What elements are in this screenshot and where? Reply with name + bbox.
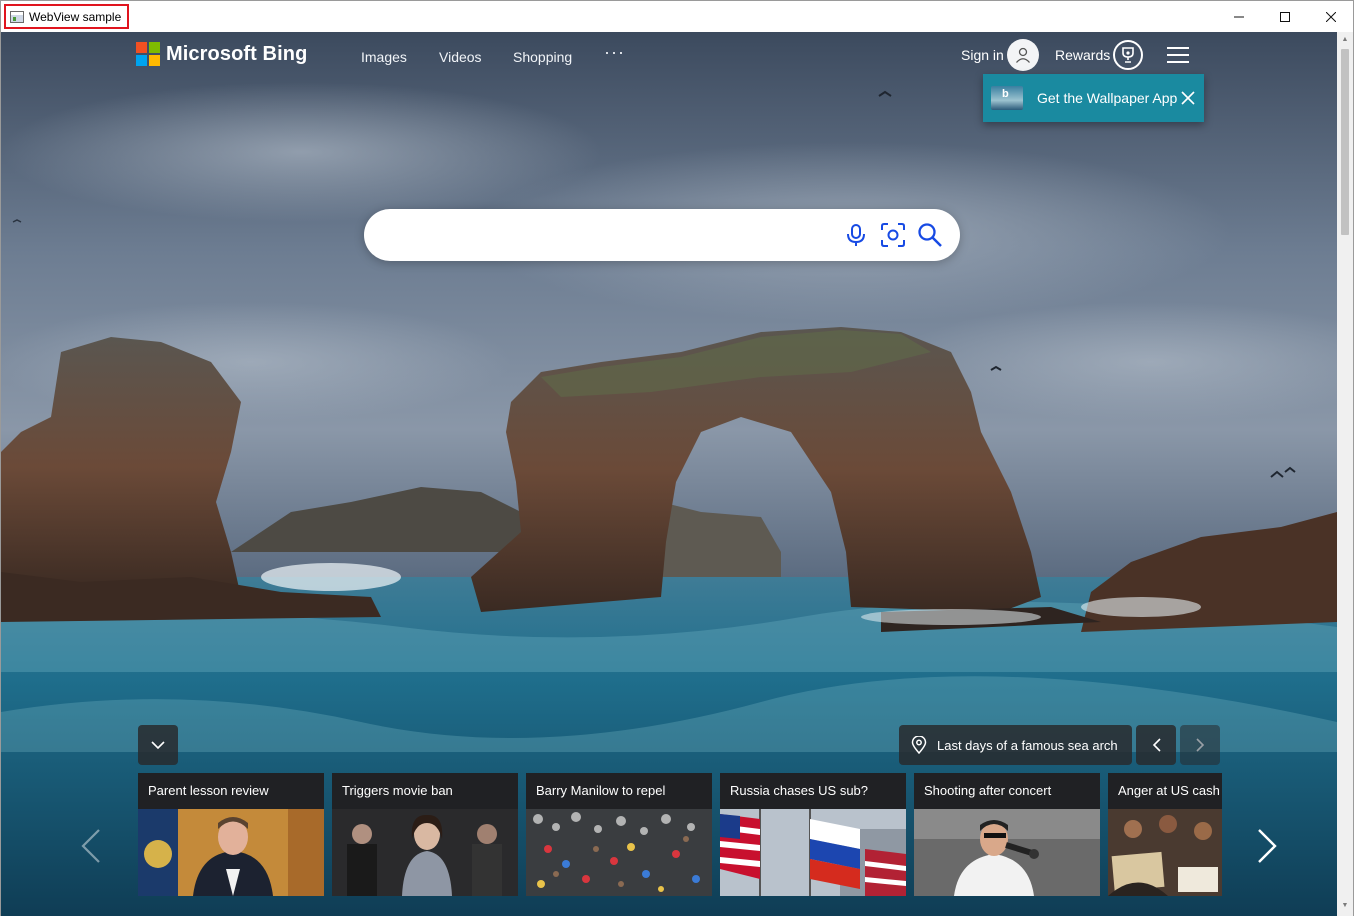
scroll-down-icon[interactable]: ▼ bbox=[1341, 902, 1349, 910]
app-window: WebView sample Microsoft Bing Images Vid… bbox=[0, 0, 1354, 916]
search-input[interactable] bbox=[386, 223, 826, 247]
bing-logo[interactable]: Microsoft Bing bbox=[136, 42, 307, 66]
search-box bbox=[364, 209, 960, 261]
carousel-next-icon[interactable] bbox=[1255, 828, 1279, 864]
news-card[interactable]: Anger at US cash s bbox=[1108, 773, 1222, 896]
more-nav-button[interactable]: ··· bbox=[604, 42, 625, 63]
window-title-highlight: WebView sample bbox=[4, 4, 130, 29]
maximize-icon bbox=[1280, 11, 1290, 22]
webview-content: Microsoft Bing Images Videos Shopping ··… bbox=[1, 32, 1337, 916]
scrollbar-thumb[interactable] bbox=[1341, 49, 1349, 235]
maximize-button[interactable] bbox=[1262, 1, 1308, 32]
minimize-button[interactable] bbox=[1216, 1, 1262, 32]
news-card[interactable]: Barry Manilow to repel bbox=[526, 773, 712, 896]
news-card-title: Triggers movie ban bbox=[342, 783, 453, 798]
app-icon bbox=[10, 10, 24, 23]
news-thumbnail bbox=[720, 809, 906, 896]
previous-image-button[interactable] bbox=[1136, 725, 1176, 765]
news-carousel: Parent lesson review Triggers movie ban bbox=[138, 773, 1222, 896]
chevron-down-icon bbox=[151, 740, 165, 749]
news-card-title: Anger at US cash s bbox=[1118, 783, 1222, 798]
news-thumbnail bbox=[332, 809, 518, 896]
title-bar[interactable]: WebView sample bbox=[1, 1, 1353, 32]
chevron-right-icon bbox=[1195, 738, 1204, 752]
news-thumbnail bbox=[1108, 809, 1222, 896]
avatar[interactable] bbox=[1007, 39, 1039, 71]
news-card[interactable]: Russia chases US sub? bbox=[720, 773, 906, 896]
close-icon[interactable] bbox=[1180, 90, 1196, 106]
caption-text: Last days of a famous sea arch bbox=[937, 737, 1118, 753]
microphone-icon[interactable] bbox=[843, 222, 869, 248]
wallpaper-app-promo[interactable]: Get the Wallpaper App bbox=[983, 74, 1204, 122]
news-thumbnail bbox=[138, 809, 324, 896]
nav-videos[interactable]: Videos bbox=[439, 49, 482, 65]
user-icon bbox=[1016, 47, 1030, 63]
minimize-icon bbox=[1234, 16, 1244, 17]
promo-text: Get the Wallpaper App bbox=[1037, 90, 1178, 106]
news-card[interactable]: Parent lesson review bbox=[138, 773, 324, 896]
news-card-title: Shooting after concert bbox=[924, 783, 1052, 798]
news-card-title: Barry Manilow to repel bbox=[536, 783, 666, 798]
rewards-link[interactable]: Rewards bbox=[1055, 47, 1110, 63]
nav-images[interactable]: Images bbox=[361, 49, 407, 65]
news-card-title: Parent lesson review bbox=[148, 783, 269, 798]
search-icon[interactable] bbox=[917, 222, 943, 248]
sign-in-link[interactable]: Sign in bbox=[961, 47, 1004, 63]
news-thumbnail bbox=[914, 809, 1100, 896]
hamburger-menu-icon[interactable] bbox=[1167, 47, 1189, 63]
news-thumbnail bbox=[526, 809, 712, 896]
image-caption[interactable]: Last days of a famous sea arch bbox=[899, 725, 1132, 765]
location-pin-icon bbox=[911, 736, 927, 754]
close-button[interactable] bbox=[1308, 1, 1354, 32]
nav-shopping[interactable]: Shopping bbox=[513, 49, 572, 65]
news-card-title: Russia chases US sub? bbox=[730, 783, 869, 798]
rewards-button[interactable] bbox=[1113, 40, 1143, 70]
wallpaper-app-icon bbox=[991, 86, 1023, 110]
next-image-button[interactable] bbox=[1180, 725, 1220, 765]
window-title: WebView sample bbox=[29, 9, 122, 24]
vertical-scrollbar[interactable]: ▲ ▼ bbox=[1337, 32, 1353, 916]
brand-name: Microsoft Bing bbox=[166, 42, 308, 65]
collapse-feed-button[interactable] bbox=[138, 725, 178, 765]
microsoft-logo-icon bbox=[136, 42, 160, 66]
visual-search-icon[interactable] bbox=[880, 222, 906, 248]
news-card[interactable]: Triggers movie ban bbox=[332, 773, 518, 896]
close-icon bbox=[1326, 11, 1336, 22]
chevron-left-icon bbox=[1152, 738, 1161, 752]
news-card[interactable]: Shooting after concert bbox=[914, 773, 1100, 896]
trophy-icon bbox=[1122, 47, 1134, 63]
carousel-prev-icon[interactable] bbox=[79, 828, 103, 864]
scroll-up-icon[interactable]: ▲ bbox=[1341, 36, 1349, 44]
